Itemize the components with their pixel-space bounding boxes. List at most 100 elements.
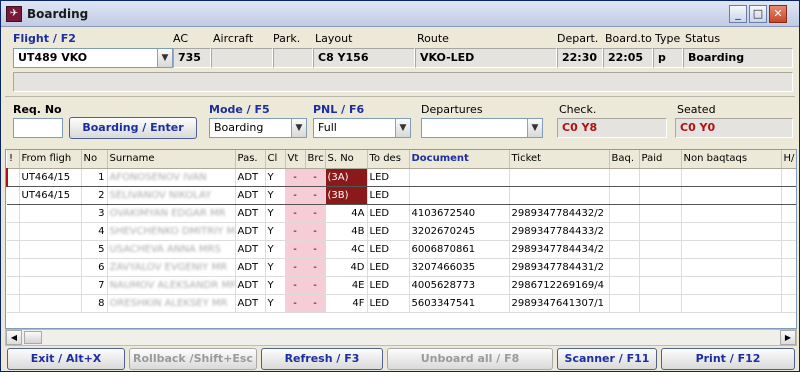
column-header[interactable]: Cl	[265, 150, 286, 169]
column-header[interactable]: Baq.	[609, 150, 640, 169]
cell-baq	[609, 258, 640, 277]
cell-pas: ADT	[235, 185, 266, 205]
cell-no: 2	[81, 185, 108, 205]
cell-pas: ADT	[235, 276, 266, 295]
column-header[interactable]: Document	[409, 150, 510, 169]
cell-h	[781, 240, 796, 259]
scroll-thumb[interactable]	[24, 331, 42, 344]
table-row[interactable]: 5 USACHEVA ANNA MRS ADT Y - -4C LED 6006870861 2…	[7, 240, 796, 259]
cell-no: 5	[81, 240, 108, 259]
cell-brc: -	[305, 258, 326, 277]
table-row[interactable]: 6 ZAVYALOV EVGENIY MR ADT Y - -4D LED 320746603…	[7, 258, 796, 277]
cell-paid	[639, 258, 682, 277]
column-header[interactable]: !	[7, 150, 20, 169]
column-header[interactable]: To des	[367, 150, 410, 169]
cell-no: 8	[81, 294, 108, 313]
cell-surname: ORESHKIN ALEKSEY MR	[107, 294, 236, 313]
cell-surname: AFONOSENOV IVAN	[107, 167, 236, 187]
column-header[interactable]: Brc	[305, 150, 326, 169]
passenger-table: ! From fligh No Surname Pas. Cl Vt Brc S. No To d…	[5, 149, 797, 329]
print-button[interactable]: Print / F12	[661, 348, 795, 370]
park-field	[273, 48, 313, 68]
cell-nonbag	[681, 258, 782, 277]
cell-from	[19, 294, 82, 313]
table-row[interactable]: 4 SHEVCHENKO DMITRIY MR ADT Y - -4B LED 3202670…	[7, 222, 796, 241]
cell-seat: (3A)	[325, 167, 368, 187]
cell-ticket: 2989347641307/1	[509, 294, 610, 313]
cell-baq	[609, 167, 640, 187]
cell-vt: -	[285, 222, 306, 241]
scroll-right-icon[interactable]: ▶	[780, 330, 796, 345]
table-row[interactable]: UT464/15 1 AFONOSENOV IVAN ADT Y - - (3A) LED	[6, 167, 796, 187]
chevron-down-icon[interactable]: ▼	[527, 119, 542, 137]
chevron-down-icon[interactable]: ▼	[157, 49, 172, 67]
cell-cl: Y	[265, 240, 286, 259]
column-header[interactable]: No	[81, 150, 108, 169]
cell-brc: -	[305, 240, 326, 259]
window-title: Boarding	[27, 7, 89, 21]
cell-from	[19, 204, 82, 223]
column-header[interactable]: Surname	[107, 150, 236, 169]
column-header[interactable]: From fligh	[19, 150, 82, 169]
boarding-window: ✈ Boarding _ □ ✕ Flight / F2 AC Aircraft…	[0, 0, 800, 372]
exit-button[interactable]: Exit / Alt+X	[7, 348, 125, 370]
column-header[interactable]: Paid	[639, 150, 682, 169]
horizontal-scrollbar[interactable]: ◀ ▶	[5, 329, 797, 346]
column-header[interactable]: Pas.	[235, 150, 266, 169]
refresh-button[interactable]: Refresh / F3	[261, 348, 383, 370]
cell-dest: LED	[367, 240, 410, 259]
cell-paid	[639, 222, 682, 241]
cell-baq	[609, 204, 640, 223]
cell-cl: Y	[265, 258, 286, 277]
column-header[interactable]: Ticket	[509, 150, 610, 169]
cell-pas: ADT	[235, 204, 266, 223]
maximize-icon[interactable]: □	[749, 5, 767, 23]
cell-h	[781, 258, 796, 277]
cell-surname: OVAKIMYAN EDGAR MR	[107, 204, 236, 223]
route-field: VKO-LED	[415, 48, 557, 68]
cell-document	[409, 167, 510, 187]
scanner-button[interactable]: Scanner / F11	[557, 348, 657, 370]
seated-field: C0 Y0	[675, 118, 793, 138]
cell-pas: ADT	[235, 222, 266, 241]
table-row[interactable]: 8 ORESHKIN ALEKSEY MR ADT Y - -4F LED 560334754…	[7, 294, 796, 313]
cell-baq	[609, 240, 640, 259]
flight-label: Flight / F2	[13, 32, 76, 45]
table-row[interactable]: 7 NAUMOV ALEKSANDR MR ADT Y - -4E LED 400562877…	[7, 276, 796, 295]
reqno-input[interactable]	[13, 118, 63, 138]
rollback-button[interactable]: Rollback /Shift+Esc	[129, 348, 257, 370]
status-field: Boarding	[683, 48, 793, 68]
pnl-combo[interactable]: Full ▼	[313, 118, 411, 138]
ac-field: 735	[173, 48, 211, 68]
cell-ticket	[509, 167, 610, 187]
boarding-enter-button[interactable]: Boarding / Enter	[69, 117, 197, 139]
cell-nonbag	[681, 167, 782, 187]
unboard-all-button[interactable]: Unboard all / F8	[387, 348, 553, 370]
cell-nonbag	[681, 222, 782, 241]
cell-seat: 4A	[325, 204, 368, 223]
close-icon[interactable]: ✕	[769, 5, 787, 23]
cell-pas: ADT	[235, 167, 266, 187]
cell-seat: 4B	[325, 222, 368, 241]
seated-label: Seated	[677, 103, 716, 116]
chevron-down-icon[interactable]: ▼	[395, 119, 410, 137]
departures-combo[interactable]: ▼	[421, 118, 543, 138]
flight-combo[interactable]: UT489 VKO ▼	[13, 48, 173, 68]
divider	[5, 96, 795, 97]
layout-field: C8 Y156	[313, 48, 415, 68]
scroll-left-icon[interactable]: ◀	[6, 330, 22, 345]
table-row[interactable]: UT464/15 2 SELIVANOV NIKOLAY ADT Y - - (3B) LED	[7, 185, 796, 205]
mode-combo[interactable]: Boarding ▼	[209, 118, 307, 138]
check-field: C0 Y8	[557, 118, 667, 138]
cell-paid	[639, 167, 682, 187]
minimize-icon[interactable]: _	[729, 5, 747, 23]
pnl-value: Full	[318, 121, 337, 134]
cell-document: 3202670245	[409, 222, 510, 241]
cell-dest: LED	[367, 167, 410, 187]
column-header[interactable]: H/	[781, 150, 796, 169]
column-header[interactable]: S. No	[325, 150, 368, 169]
chevron-down-icon[interactable]: ▼	[291, 119, 306, 137]
column-header[interactable]: Non baqtaqs	[681, 150, 782, 169]
table-row[interactable]: 3 OVAKIMYAN EDGAR MR ADT Y - -4A LED 4103672540…	[7, 204, 796, 223]
column-header[interactable]: Vt	[285, 150, 306, 169]
